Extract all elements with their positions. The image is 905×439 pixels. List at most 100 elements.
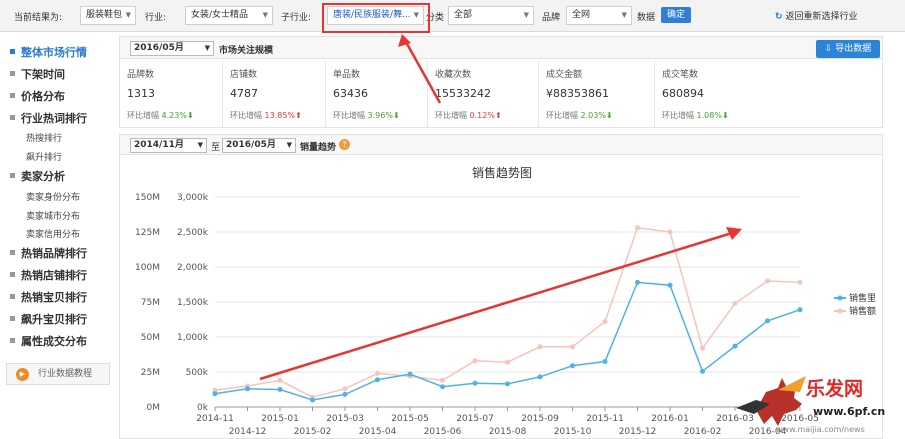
change-label: 环比增幅 xyxy=(333,111,365,120)
metric-card-brands: 品牌数 1313 环比增幅 4.23%⬇ xyxy=(120,60,223,128)
metric-change: 环比增幅 3.96%⬇ xyxy=(333,110,400,121)
metric-change: 环比增幅 13.85%⬆ xyxy=(230,110,302,121)
class-value: 全部 xyxy=(454,10,473,20)
sidebar-subitem-seller-identity[interactable]: 卖家身份分布 xyxy=(26,190,80,203)
x-tick-label: 2015-06 xyxy=(424,427,462,437)
change-value: 4.23% xyxy=(161,111,187,120)
filter-bar: 当前结果为: 服装鞋包 ▼ 行业: 女装/女士精品 ▼ 子行业: 唐装/民族服装/舞… xyxy=(0,0,905,32)
sidebar-item-label: 行业热词排行 xyxy=(21,112,87,125)
change-value: 3.96% xyxy=(367,111,393,120)
data-point-volume xyxy=(602,359,608,364)
reselect-label: 返回重新选择行业 xyxy=(785,12,858,22)
metric-value: ¥88353861 xyxy=(546,87,609,100)
metric-card-items: 单品数 63436 环比增幅 3.96%⬇ xyxy=(326,60,428,128)
change-label: 环比增幅 xyxy=(435,111,467,120)
data-point-amount xyxy=(732,300,738,306)
data-point-amount xyxy=(375,370,380,376)
y-right-tick-label: 1,000k xyxy=(177,333,209,343)
metric-label: 成交笔数 xyxy=(662,70,699,80)
chart-title: 销售趋势图 xyxy=(472,165,532,180)
export-label: 导出数据 xyxy=(835,44,872,54)
bullet-icon xyxy=(10,294,15,299)
arrow-down-icon: ⬇ xyxy=(392,111,400,120)
change-value: 0.12% xyxy=(469,111,495,120)
chevron-down-icon: ▼ xyxy=(523,11,529,19)
month-value: 2016/05月 xyxy=(134,43,184,53)
data-point-volume xyxy=(375,377,380,383)
metric-card-amount: 成交金额 ¥88353861 环比增幅 2.03%⬇ xyxy=(539,60,655,128)
market-scale-header: 2016/05月 ▼ 市场关注规模 ⇩ 导出数据 xyxy=(120,37,882,59)
y-right-tick-label: 500k xyxy=(186,368,209,378)
y-axis-left: 0M 25M 50M 75M 100M 125M 150M xyxy=(135,193,160,413)
data-point-volume xyxy=(570,363,575,369)
sidebar-item-label: 热销品牌排行 xyxy=(21,247,87,260)
reselect-industry-link[interactable]: ↻ 返回重新选择行业 xyxy=(775,9,858,22)
x-tick-label: 2015-10 xyxy=(554,427,592,437)
data-point-amount xyxy=(667,229,673,235)
y-left-tick-label: 150M xyxy=(135,193,160,203)
data-point-volume xyxy=(310,397,315,403)
refresh-icon: ↻ xyxy=(775,12,783,22)
metric-label: 收藏次数 xyxy=(435,70,472,80)
confirm-button[interactable]: 确定 xyxy=(661,7,691,23)
data-point-volume xyxy=(245,386,250,392)
data-point-volume xyxy=(667,282,673,288)
chevron-down-icon: ▼ xyxy=(125,11,131,19)
category-select[interactable]: 服装鞋包 ▼ xyxy=(80,6,136,25)
subindustry-highlight-box xyxy=(322,3,430,33)
sidebar-item-hot-items[interactable]: 热销宝贝排行 xyxy=(10,289,87,305)
metric-card-orders: 成交笔数 680894 环比增幅 1.08%⬇ xyxy=(655,60,882,128)
sidebar-item-rising-items[interactable]: 飙升宝贝排行 xyxy=(10,311,87,327)
sidebar-item-market-overview[interactable]: 整体市场行情 xyxy=(10,44,87,60)
data-point-volume xyxy=(635,279,640,285)
bullet-icon xyxy=(10,338,15,343)
x-tick-label: 2015-08 xyxy=(489,427,527,437)
legend-label: 销售里 xyxy=(849,292,876,304)
data-point-volume xyxy=(342,391,348,397)
x-tick-label: 2014-11 xyxy=(196,414,234,424)
sidebar-item-hot-shops[interactable]: 热销店铺排行 xyxy=(10,267,87,283)
data-point-volume xyxy=(440,384,445,390)
brand-select[interactable]: 全网 ▼ xyxy=(566,6,632,25)
watermark-small-url: www.maijia.com/news xyxy=(776,425,865,434)
class-select[interactable]: 全部 ▼ xyxy=(448,6,534,25)
market-scale-title: 市场关注规模 xyxy=(219,46,274,56)
tutorial-button[interactable]: ▶ 行业数据教程 xyxy=(6,363,110,385)
data-point-amount xyxy=(570,344,575,350)
current-result-label: 当前结果为: xyxy=(14,13,63,23)
sidebar-item-label: 热销店铺排行 xyxy=(21,269,87,282)
sidebar-item-seller-analysis[interactable]: 卖家分析 xyxy=(10,168,65,184)
export-data-button[interactable]: ⇩ 导出数据 xyxy=(816,40,880,58)
sidebar-item-label: 飙升宝贝排行 xyxy=(21,313,87,326)
bullet-icon xyxy=(10,71,15,76)
x-tick-label: 2014-12 xyxy=(229,427,267,437)
change-value: 1.08% xyxy=(696,111,722,120)
metric-change: 环比增幅 4.23%⬇ xyxy=(127,110,194,121)
change-label: 环比增幅 xyxy=(230,111,262,120)
sidebar-subitem-seller-city[interactable]: 卖家城市分布 xyxy=(26,209,80,222)
sidebar-subitem-rising[interactable]: 飙升排行 xyxy=(26,150,62,163)
x-tick-label: 2015-03 xyxy=(326,414,364,424)
sidebar-subitem-seller-credit[interactable]: 卖家信用分布 xyxy=(26,227,80,240)
x-tick-label: 2015-01 xyxy=(261,414,299,424)
metric-value: 63436 xyxy=(333,87,368,100)
x-tick-label: 2015-07 xyxy=(456,414,494,424)
watermark-url: www.6pf.cn xyxy=(813,405,886,418)
bullet-icon xyxy=(10,316,15,321)
metric-value: 15533242 xyxy=(435,87,491,100)
metric-value: 680894 xyxy=(662,87,704,100)
sidebar-subitem-hot-search[interactable]: 热搜排行 xyxy=(26,131,62,144)
industry-select[interactable]: 女装/女士精品 ▼ xyxy=(185,6,273,25)
sidebar-item-delist-time[interactable]: 下架时间 xyxy=(10,66,65,82)
metric-card-shops: 店铺数 4787 环比增幅 13.85%⬆ xyxy=(223,60,326,128)
sidebar-item-attribute-distribution[interactable]: 属性成交分布 xyxy=(10,333,87,349)
metric-label: 店铺数 xyxy=(230,70,258,80)
month-select[interactable]: 2016/05月 ▼ xyxy=(130,41,214,56)
sidebar-item-price-distribution[interactable]: 价格分布 xyxy=(10,88,65,104)
sidebar-item-hot-brands[interactable]: 热销品牌排行 xyxy=(10,245,87,261)
sidebar-item-hot-words[interactable]: 行业热词排行 xyxy=(10,110,87,126)
sidebar-item-label: 卖家分析 xyxy=(21,170,65,183)
metric-change: 环比增幅 1.08%⬇ xyxy=(662,110,729,121)
y-right-tick-label: 2,500k xyxy=(177,228,209,238)
legend-marker xyxy=(837,295,843,301)
